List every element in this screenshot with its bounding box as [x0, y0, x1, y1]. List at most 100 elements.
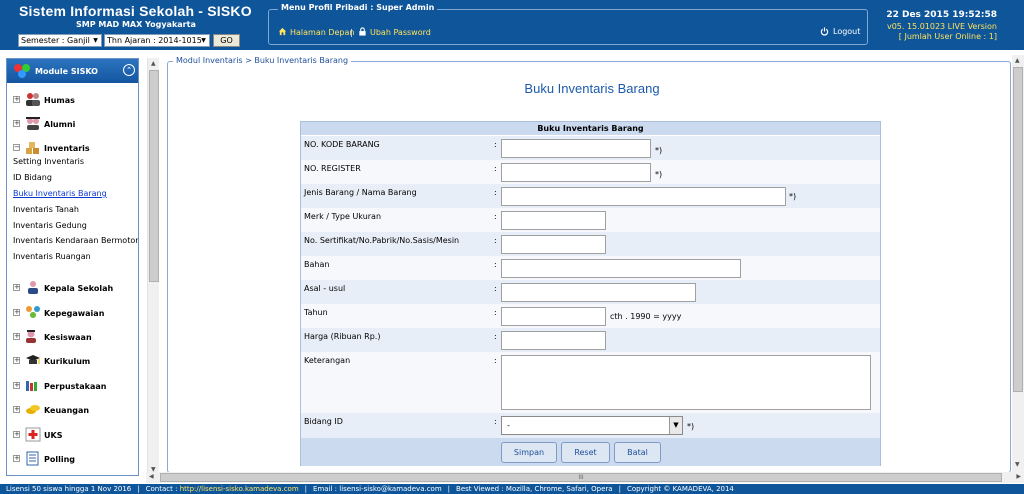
kode-barang-input[interactable]	[501, 139, 651, 158]
horizontal-scrollbar[interactable]: ◀ III ▶	[146, 472, 1024, 483]
app-title: Sistem Informasi Sekolah - SISKO	[19, 3, 252, 19]
required-mark: *)	[655, 170, 663, 179]
form-row-bidang-id: Bidang ID : - ▼ *)	[301, 413, 880, 438]
batal-button[interactable]: Batal	[614, 442, 661, 463]
money-icon	[26, 405, 40, 414]
scroll-left-icon[interactable]: ◀	[149, 473, 154, 480]
scroll-up-icon[interactable]: ▲	[151, 60, 156, 67]
collapse-icon[interactable]: ⌃	[123, 64, 135, 76]
bahan-input[interactable]	[501, 259, 741, 278]
page-title: Buku Inventaris Barang	[524, 81, 660, 96]
tahun-ajaran-select[interactable]: Thn Ajaran : 2014-1015 ▼	[104, 34, 210, 47]
logout-link[interactable]: Logout	[833, 27, 860, 36]
power-icon	[820, 27, 829, 36]
bidang-id-value: -	[507, 421, 510, 430]
document-icon	[26, 451, 39, 466]
field-label: Bahan	[304, 260, 330, 269]
medical-cross-icon	[25, 427, 41, 442]
form-row-bahan: Bahan :	[301, 256, 880, 280]
semester-select[interactable]: Semester : Ganjil ▼	[18, 34, 102, 47]
field-label: NO. KODE BARANG	[304, 140, 380, 149]
reset-button[interactable]: Reset	[561, 442, 610, 463]
main-scrollbar[interactable]: ▲ ▼	[1012, 55, 1024, 472]
field-label: Keterangan	[304, 356, 351, 365]
field-colon: :	[494, 140, 497, 149]
field-label: NO. REGISTER	[304, 164, 361, 173]
field-colon: :	[494, 188, 497, 197]
sidebar-item-setting-inventaris[interactable]: Setting Inventaris	[13, 157, 84, 166]
footer-separator: |	[618, 485, 621, 493]
keterangan-textarea[interactable]	[501, 355, 871, 410]
sidebar-scrollbar[interactable]: ▲ ▼	[147, 58, 159, 476]
nav-group-label: Polling	[44, 455, 76, 464]
expand-icon: +	[13, 332, 20, 340]
sidebar-item-inventaris-gedung[interactable]: Inventaris Gedung	[13, 221, 87, 230]
chevron-down-icon: ▼	[93, 37, 98, 44]
field-label: Jenis Barang / Nama Barang	[304, 188, 417, 197]
nav-group-label: Kepegawaian	[44, 309, 105, 318]
people-icon	[26, 93, 40, 106]
field-colon: :	[494, 236, 497, 245]
bidang-id-select[interactable]: - ▼	[501, 416, 683, 435]
form-row-jenis-barang: Jenis Barang / Nama Barang : *)	[301, 184, 880, 208]
ubah-password-link[interactable]: Ubah Password	[370, 28, 431, 37]
field-colon: :	[494, 212, 497, 221]
sidebar-item-inventaris-kendaraan[interactable]: Inventaris Kendaraan Bermotor	[13, 236, 138, 245]
required-mark: *)	[789, 192, 797, 201]
halaman-depan-link[interactable]: Halaman Depan	[290, 28, 354, 37]
nav-group-label: Kurikulum	[44, 357, 91, 366]
sidebar-item-id-bidang[interactable]: ID Bidang	[13, 173, 52, 182]
horizontal-scroll-thumb[interactable]: III	[160, 473, 1002, 482]
nav-group-label: Keuangan	[44, 406, 90, 415]
main-scroll-thumb[interactable]	[1013, 67, 1023, 392]
school-name: SMP MAD MAX Yogyakarta	[76, 20, 196, 29]
lock-icon	[359, 27, 366, 36]
contact-link[interactable]: http://lisensi-sisko.kamadeva.com	[180, 485, 299, 493]
expand-icon: +	[13, 119, 20, 127]
module-logo-icon	[14, 64, 30, 78]
footer-separator: |	[447, 485, 451, 493]
sertifikat-input[interactable]	[501, 235, 606, 254]
simpan-button[interactable]: Simpan	[501, 442, 557, 463]
sidebar-item-inventaris-ruangan[interactable]: Inventaris Ruangan	[13, 252, 91, 261]
required-mark: *)	[687, 422, 695, 431]
form-row-kode-barang: NO. KODE BARANG : *)	[301, 136, 880, 160]
expand-icon: +	[13, 454, 20, 462]
email-text: Email : lisensi-sisko@kamadeva.com	[313, 485, 442, 493]
expand-icon: +	[13, 405, 20, 413]
breadcrumb: Modul Inventaris > Buku Inventaris Baran…	[173, 56, 352, 65]
merk-input[interactable]	[501, 211, 606, 230]
field-label: No. Sertifikat/No.Pabrik/No.Sasis/Mesin	[304, 236, 460, 245]
license-text: Lisensi 50 siswa hingga 1 Nov 2016	[6, 485, 132, 493]
nav-group-label: UKS	[44, 431, 63, 440]
go-button[interactable]: GO	[213, 34, 240, 47]
field-colon: :	[494, 356, 497, 365]
form-actions: Simpan Reset Batal	[301, 438, 880, 466]
field-label: Merk / Type Ukuran	[304, 212, 382, 221]
field-colon: :	[494, 260, 497, 269]
expand-icon: +	[13, 95, 20, 103]
copyright-text: Copyright © KAMADEVA, 2014	[626, 485, 734, 493]
main-content: Modul Inventaris > Buku Inventaris Baran…	[163, 55, 1011, 472]
required-mark: *)	[655, 146, 663, 155]
field-colon: :	[494, 284, 497, 293]
asal-usul-input[interactable]	[501, 283, 696, 302]
form-row-register: NO. REGISTER : *)	[301, 160, 880, 184]
field-label: Tahun	[304, 308, 328, 317]
register-input[interactable]	[501, 163, 651, 182]
link-separator: |	[350, 28, 353, 37]
sidebar-item-inventaris-tanah[interactable]: Inventaris Tanah	[13, 205, 79, 214]
nav-group-label: Perpustakaan	[44, 382, 107, 391]
expand-icon: +	[13, 308, 20, 316]
tahun-input[interactable]	[501, 307, 606, 326]
contact-label: Contact :	[145, 485, 178, 493]
sidebar-item-buku-inventaris-barang[interactable]: Buku Inventaris Barang	[13, 189, 107, 198]
scroll-right-icon[interactable]: ▶	[1016, 473, 1021, 480]
field-colon: :	[494, 417, 497, 426]
expand-icon: +	[13, 430, 20, 438]
jenis-barang-input[interactable]	[501, 187, 786, 206]
scroll-down-icon[interactable]: ▼	[1015, 461, 1020, 468]
harga-input[interactable]	[501, 331, 606, 350]
sidebar-scroll-thumb[interactable]	[149, 70, 159, 282]
scroll-up-icon[interactable]: ▲	[1015, 57, 1020, 64]
